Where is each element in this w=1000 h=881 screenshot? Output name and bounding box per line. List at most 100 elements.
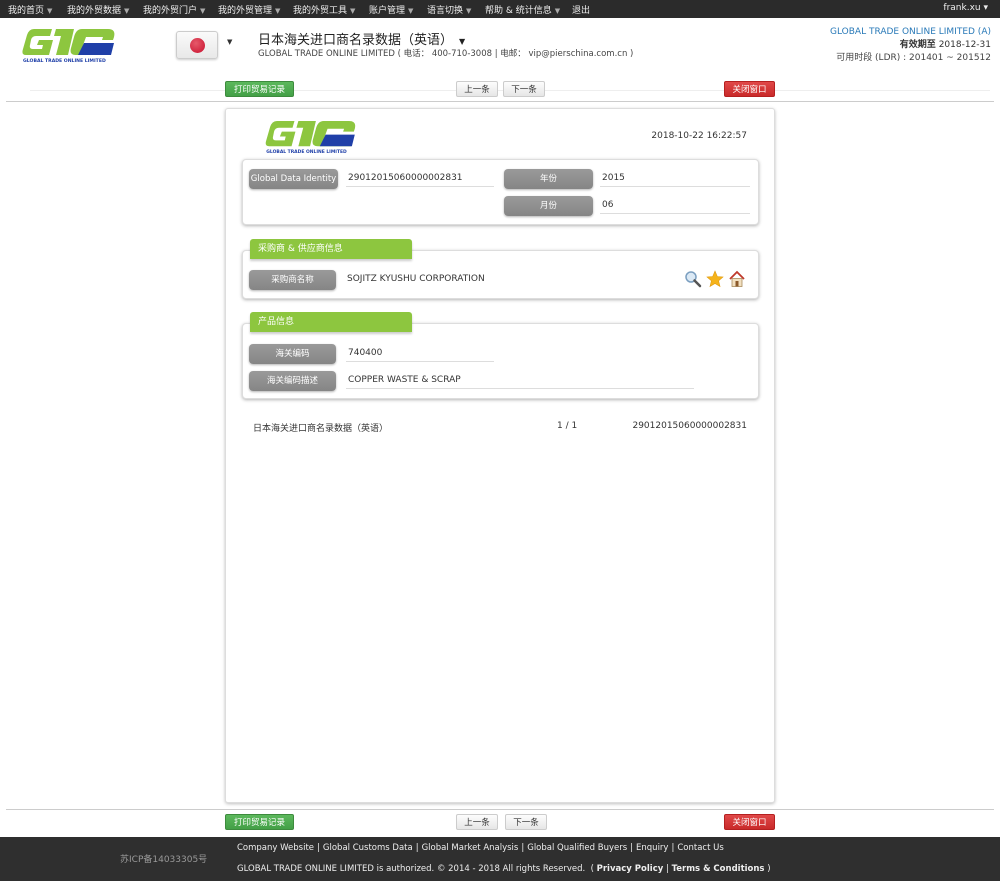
- separator: |: [663, 864, 672, 874]
- nav-item-label: 我的外贸门户: [143, 6, 198, 16]
- hs-code-value-text: 740400: [348, 348, 383, 358]
- year-value: 2015: [600, 171, 750, 187]
- next-record-button[interactable]: 下一条: [505, 814, 547, 830]
- nav-item-label: 语言切换: [427, 6, 464, 16]
- separator: |: [317, 843, 320, 853]
- paren: ): [764, 864, 771, 874]
- gto-logo-icon: GLOBAL TRADE ONLINE LIMITED: [265, 120, 356, 155]
- nav-item-help-stats[interactable]: 帮助 & 统计信息 ▼: [485, 3, 560, 16]
- nav-item-label: 我的外贸管理: [218, 6, 273, 16]
- separator: |: [521, 843, 525, 853]
- previous-record-button[interactable]: 上一条: [456, 814, 498, 830]
- hs-code-value: 740400: [346, 346, 494, 362]
- svg-text:GLOBAL TRADE ONLINE LIMITED: GLOBAL TRADE ONLINE LIMITED: [266, 149, 347, 155]
- nav-item-language[interactable]: 语言切换 ▼: [427, 3, 471, 16]
- nav-item-label: 退出: [572, 6, 591, 16]
- account-info: GLOBAL TRADE ONLINE LIMITED (A) 有效期至 201…: [830, 26, 991, 65]
- ldr-range: 可用时段 (LDR) : 201401 ~ 201512: [836, 53, 991, 63]
- gto-logo-icon: GLOBAL TRADE ONLINE LIMITED: [22, 29, 115, 64]
- top-navigation-bar: 我的首页 ▼ 我的外贸数据 ▼ 我的外贸门户 ▼ 我的外贸管理 ▼ 我的外贸工具 ▼ 账户…: [0, 0, 1000, 18]
- terms-conditions-link[interactable]: Terms & Conditions: [672, 864, 765, 874]
- bottom-action-bar: 打印贸易记录 上一条 下一条 关闭窗口: [0, 813, 1000, 839]
- next-record-button[interactable]: 下一条: [503, 81, 545, 97]
- gto-logo: GLOBAL TRADE ONLINE LIMITED: [264, 119, 359, 155]
- year-value-text: 2015: [602, 173, 625, 183]
- privacy-policy-link[interactable]: Privacy Policy: [597, 864, 664, 874]
- expiry-date: 2018-12-31: [938, 40, 991, 50]
- record-timestamp: 2018-10-22 16:22:57: [651, 131, 747, 141]
- nav-item-trade-management[interactable]: 我的外贸管理 ▼: [218, 3, 280, 16]
- separator: |: [415, 843, 419, 853]
- footer-link-global-qualified-buyers[interactable]: Global Qualified Buyers: [527, 843, 627, 853]
- product-info-tab: 产品信息: [250, 312, 412, 332]
- caret-down-icon: ▼: [200, 7, 206, 15]
- divider: [6, 101, 994, 102]
- nav-item-label: 帮助 & 统计信息: [485, 6, 552, 16]
- hs-code-label: 海关编码: [249, 344, 336, 364]
- buyer-supplier-tab: 采购商 & 供应商信息: [250, 239, 412, 259]
- copyright-line: GLOBAL TRADE ONLINE LIMITED is authorize…: [237, 864, 771, 874]
- gto-logo[interactable]: GLOBAL TRADE ONLINE LIMITED: [22, 27, 117, 64]
- previous-record-button[interactable]: 上一条: [456, 81, 498, 97]
- user-menu[interactable]: frank.xu ▾: [943, 3, 988, 13]
- home-icon[interactable]: [728, 270, 746, 288]
- database-title-dropdown[interactable]: 日本海关进口商名录数据（英语） ▼: [258, 29, 465, 48]
- site-footer: 苏ICP备14033305号 Company Website | Global Cu…: [0, 837, 1000, 881]
- nav-item-label: 我的首页: [8, 6, 45, 16]
- month-value-text: 06: [602, 200, 614, 210]
- nav-item-trade-tools[interactable]: 我的外贸工具 ▼: [293, 3, 355, 16]
- caret-down-icon[interactable]: ▼: [227, 38, 232, 46]
- nav-item-logout[interactable]: 退出: [572, 3, 590, 16]
- buyer-name-value: SOJITZ KYUSHU CORPORATION: [347, 274, 485, 284]
- caret-down-icon: ▼: [459, 37, 466, 46]
- nav-item-label: 我的外贸数据: [67, 6, 122, 16]
- caret-down-icon: ▼: [275, 7, 281, 15]
- month-value: 06: [600, 198, 750, 214]
- print-record-button[interactable]: 打印贸易记录: [225, 81, 294, 97]
- caret-down-icon: ▼: [408, 7, 414, 15]
- buyer-name-label: 采购商名称: [249, 270, 336, 290]
- footer-link-contact-us[interactable]: Contact Us: [677, 843, 723, 853]
- svg-text:GLOBAL TRADE ONLINE LIMITED: GLOBAL TRADE ONLINE LIMITED: [23, 58, 106, 64]
- footer-link-enquiry[interactable]: Enquiry: [636, 843, 668, 853]
- footer-link-global-market-analysis[interactable]: Global Market Analysis: [422, 843, 519, 853]
- country-flag-selector[interactable]: [176, 31, 218, 59]
- nav-item-label: 我的外贸工具: [293, 6, 348, 16]
- database-title: 日本海关进口商名录数据（英语）: [258, 33, 454, 48]
- header: GLOBAL TRADE ONLINE LIMITED ▼ 日本海关进口商名录数…: [0, 18, 1000, 91]
- footer-links: Company Website | Global Customs Data | Glob…: [237, 843, 724, 853]
- search-icon[interactable]: [684, 270, 702, 288]
- month-label: 月份: [504, 196, 593, 216]
- japan-flag-icon: [190, 38, 205, 53]
- close-window-button[interactable]: 关闭窗口: [724, 814, 775, 830]
- account-name: GLOBAL TRADE ONLINE LIMITED (A): [830, 27, 991, 37]
- hs-description-label: 海关编码描述: [249, 371, 336, 391]
- trade-record-card: GLOBAL TRADE ONLINE LIMITED 2018-10-22 1…: [225, 108, 775, 803]
- nav-item-account[interactable]: 账户管理 ▼: [369, 3, 413, 16]
- buyer-supplier-panel: 采购商 & 供应商信息 采购商名称 SOJITZ KYUSHU CORPORAT…: [242, 239, 759, 299]
- record-pagination: 1 / 1: [557, 421, 578, 431]
- record-id: 29012015060000002831: [632, 421, 747, 431]
- footer-link-company-website[interactable]: Company Website: [237, 843, 314, 853]
- nav-item-trade-data[interactable]: 我的外贸数据 ▼: [67, 3, 129, 16]
- identity-panel: Global Data Identity 2901201506000000283…: [242, 159, 759, 225]
- top-action-bar: 打印贸易记录 上一条 下一条 关闭窗口: [0, 80, 1000, 106]
- paren: (: [587, 864, 597, 874]
- gdi-label: Global Data Identity: [249, 169, 338, 189]
- separator: |: [630, 843, 634, 853]
- star-icon[interactable]: [706, 270, 724, 288]
- icp-license: 苏ICP备14033305号: [120, 855, 208, 865]
- company-contact-line: GLOBAL TRADE ONLINE LIMITED ( 电话： 400-71…: [258, 49, 634, 59]
- hs-description-value-text: COPPER WASTE & SCRAP: [348, 375, 461, 385]
- close-window-button[interactable]: 关闭窗口: [724, 81, 775, 97]
- record-source: 日本海关进口商名录数据（英语）: [253, 424, 389, 434]
- copyright-text: GLOBAL TRADE ONLINE LIMITED is authorize…: [237, 864, 586, 874]
- separator: |: [671, 843, 675, 853]
- expiry-line: 有效期至 2018-12-31: [830, 39, 991, 52]
- nav-item-home[interactable]: 我的首页 ▼: [8, 3, 52, 16]
- footer-link-global-customs-data[interactable]: Global Customs Data: [323, 843, 413, 853]
- print-record-button[interactable]: 打印贸易记录: [225, 814, 294, 830]
- caret-down-icon: ▼: [47, 7, 53, 15]
- product-info-panel: 产品信息 海关编码 740400 海关编码描述 COPPER WASTE & S…: [242, 312, 759, 399]
- nav-item-trade-portal[interactable]: 我的外贸门户 ▼: [143, 3, 205, 16]
